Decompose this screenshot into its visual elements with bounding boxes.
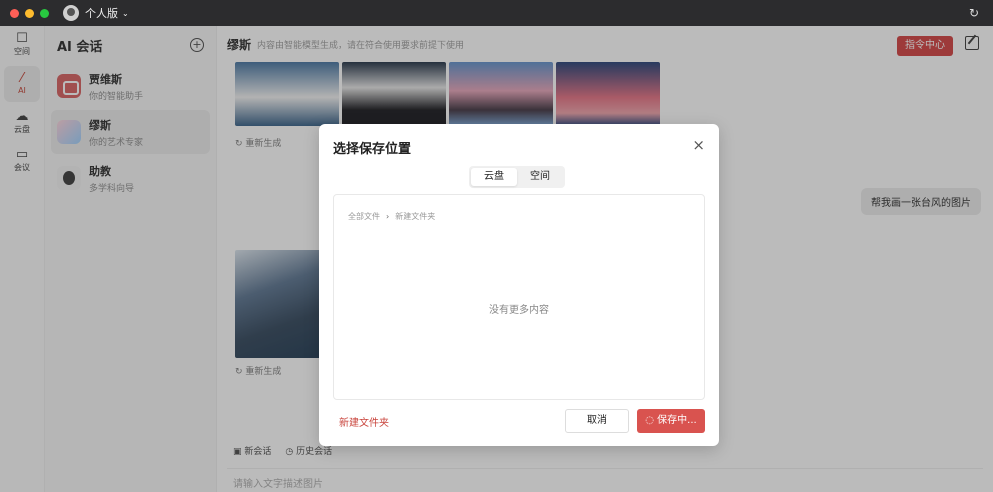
tab-space[interactable]: 空间: [517, 168, 563, 186]
avatar: [63, 5, 79, 21]
breadcrumb-current: 新建文件夹: [395, 212, 436, 221]
save-button[interactable]: ◌ 保存中...: [637, 409, 705, 433]
window-controls: [10, 8, 49, 18]
dialog-title: 选择保存位置: [333, 142, 412, 157]
cancel-button[interactable]: 取消: [565, 409, 629, 433]
profile-label: 个人版: [85, 7, 118, 20]
save-location-dialog: 选择保存位置 × 云盘 空间 全部文件 › 新建文件夹 没有更多内容 新建文件夹 取…: [319, 124, 719, 446]
zoom-window-button[interactable]: [40, 8, 49, 18]
breadcrumb: 全部文件 › 新建文件夹: [348, 211, 435, 222]
refresh-icon[interactable]: ↻: [969, 6, 979, 20]
close-icon[interactable]: ×: [692, 136, 705, 154]
chevron-down-icon: ⌄: [122, 8, 129, 18]
new-folder-link[interactable]: 新建文件夹: [339, 414, 389, 429]
close-window-button[interactable]: [10, 8, 19, 18]
spinner-icon: ◌: [645, 415, 658, 426]
breadcrumb-root[interactable]: 全部文件: [348, 212, 380, 221]
window-titlebar: 个人版 ⌄ ↻: [0, 0, 993, 26]
location-tabs: 云盘 空间: [469, 166, 565, 188]
save-label: 保存中...: [657, 415, 697, 426]
tab-cloud[interactable]: 云盘: [471, 168, 517, 186]
minimize-window-button[interactable]: [25, 8, 34, 18]
profile-switcher[interactable]: 个人版 ⌄: [63, 5, 129, 21]
empty-state: 没有更多内容: [489, 305, 549, 316]
chevron-right-icon: ›: [386, 212, 390, 221]
folder-browser: 全部文件 › 新建文件夹 没有更多内容: [333, 194, 705, 400]
